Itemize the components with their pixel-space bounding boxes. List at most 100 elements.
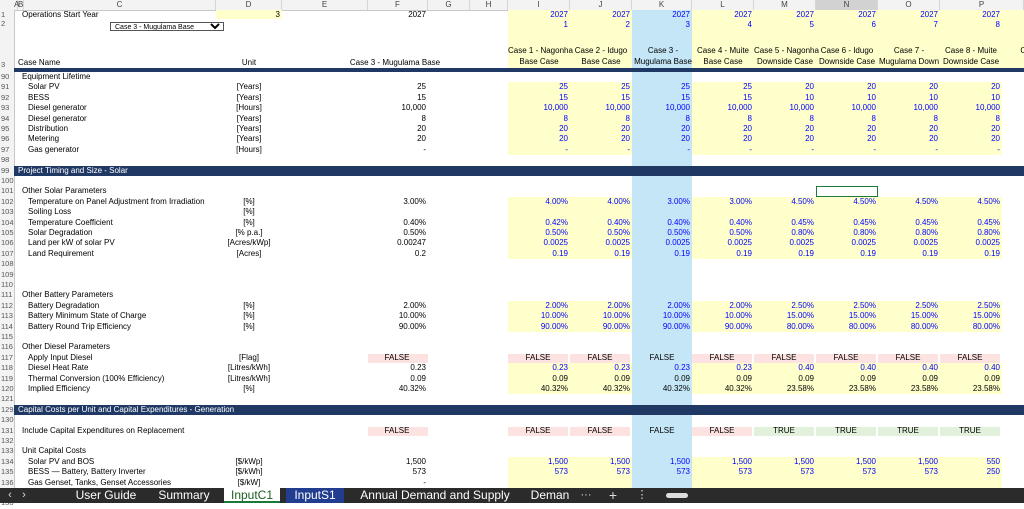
case-value[interactable]: 80.00% (754, 322, 814, 332)
case-value[interactable]: 0.0025 (570, 238, 630, 248)
case-value[interactable]: 1,500 (754, 457, 814, 467)
column-header-j[interactable]: J (570, 0, 632, 10)
more-tabs-icon[interactable]: ··· (578, 488, 594, 503)
case-value[interactable]: 10,000 (632, 103, 690, 113)
case-value[interactable]: 0.50% (508, 228, 568, 238)
case-value[interactable]: 15 (508, 93, 568, 103)
column-header-d[interactable]: D (216, 0, 282, 10)
case-value[interactable]: 20 (632, 134, 690, 144)
case-value[interactable]: 20 (878, 82, 938, 92)
case-value[interactable]: 8 (940, 114, 1000, 124)
column-header-k[interactable]: K (632, 0, 692, 10)
case-value[interactable]: 0.50% (632, 228, 690, 238)
case-value[interactable]: 0.09 (940, 374, 1000, 384)
spreadsheet-grid[interactable]: Operations Start Year 3 2027 Case 3 - Mugul… (14, 10, 1024, 488)
case-flag-value[interactable]: TRUE (754, 426, 814, 436)
case-value[interactable]: 0.0025 (754, 238, 814, 248)
case-value[interactable]: 0.0025 (508, 238, 568, 248)
case-value[interactable]: 10.00% (692, 311, 752, 321)
case-value[interactable]: 0.0025 (940, 238, 1000, 248)
case-value[interactable]: 2.00% (692, 301, 752, 311)
case-value[interactable]: 573 (878, 467, 938, 477)
case-value[interactable]: 0.09 (754, 374, 814, 384)
case-value[interactable]: 10.00% (508, 311, 568, 321)
case-value[interactable]: - (692, 145, 752, 155)
case-value[interactable]: 23.58% (816, 384, 876, 394)
case-value[interactable]: 1,500 (692, 457, 752, 467)
case-value[interactable]: 20 (940, 82, 1000, 92)
case-value[interactable]: 20 (692, 124, 752, 134)
case-value[interactable]: 2.00% (632, 301, 690, 311)
column-header-f[interactable]: F (368, 0, 428, 10)
tab-inputs1[interactable]: InputS1 (286, 488, 344, 503)
case-value[interactable]: 0.40% (692, 218, 752, 228)
case-flag-value[interactable]: FALSE (940, 353, 1000, 363)
case-flag-value[interactable]: FALSE (816, 353, 876, 363)
case-flag-value[interactable]: TRUE (940, 426, 1000, 436)
case-value[interactable]: 8 (570, 114, 630, 124)
case-value[interactable]: 0.19 (754, 249, 814, 259)
case-value[interactable]: 250 (940, 467, 1000, 477)
case-value[interactable]: 90.00% (632, 322, 690, 332)
case-flag-value[interactable]: FALSE (754, 353, 814, 363)
case-value[interactable]: 2.00% (570, 301, 630, 311)
case-value[interactable]: 20 (508, 134, 568, 144)
column-header-l[interactable]: L (692, 0, 754, 10)
case-value[interactable]: 4.50% (940, 197, 1000, 207)
case-value[interactable]: 2.50% (878, 301, 938, 311)
case-value[interactable]: - (940, 145, 1000, 155)
case-value[interactable]: 10,000 (940, 103, 1000, 113)
case-value[interactable]: 0.19 (508, 249, 568, 259)
case-flag-value[interactable]: FALSE (632, 353, 692, 363)
column-header-h[interactable]: H (470, 0, 508, 10)
active-cell-selection[interactable] (816, 186, 878, 197)
case-value[interactable]: 0.80% (878, 228, 938, 238)
column-header-n[interactable]: N (816, 0, 878, 10)
case-value[interactable]: 10,000 (692, 103, 752, 113)
case-value[interactable]: 1,500 (508, 457, 568, 467)
case-value[interactable]: 20 (878, 134, 938, 144)
case-value[interactable]: 0.40 (878, 363, 938, 373)
case-flag-value[interactable]: FALSE (692, 426, 752, 436)
case-value[interactable]: 25 (570, 82, 630, 92)
case-value[interactable]: 10 (754, 93, 814, 103)
case-value[interactable]: 573 (816, 467, 876, 477)
case-value[interactable]: 0.19 (632, 249, 690, 259)
tab-demand[interactable]: Deman (524, 488, 576, 503)
case-value[interactable]: 20 (570, 134, 630, 144)
case-value[interactable]: 8 (508, 114, 568, 124)
case-value[interactable]: 20 (816, 134, 876, 144)
case-value[interactable]: 0.45% (754, 218, 814, 228)
case-value[interactable]: - (632, 145, 690, 155)
case-value[interactable]: 0.50% (570, 228, 630, 238)
case-value[interactable]: 20 (816, 82, 876, 92)
case-value[interactable]: 0.42% (508, 218, 568, 228)
case-value[interactable]: 0.09 (692, 374, 752, 384)
case-value[interactable]: 23.58% (940, 384, 1000, 394)
case-value[interactable]: 0.40 (754, 363, 814, 373)
case-value[interactable]: 8 (692, 114, 752, 124)
case-value[interactable]: 80.00% (816, 322, 876, 332)
case-value[interactable]: 0.0025 (816, 238, 876, 248)
case-value[interactable]: 0.0025 (632, 238, 690, 248)
case-flag-value[interactable]: FALSE (570, 426, 630, 436)
case-value[interactable]: 0.40 (816, 363, 876, 373)
case-value[interactable]: 0.23 (508, 363, 568, 373)
case-value[interactable]: 80.00% (878, 322, 938, 332)
case-value[interactable]: 0.0025 (692, 238, 752, 248)
case-value[interactable]: 0.45% (940, 218, 1000, 228)
tab-summary[interactable]: Summary (150, 488, 218, 503)
case-flag-value[interactable]: FALSE (570, 353, 630, 363)
case-value[interactable]: 4.50% (878, 197, 938, 207)
case-flag-value[interactable]: FALSE (508, 353, 568, 363)
case-flag-value[interactable]: FALSE (632, 426, 692, 436)
column-header-c[interactable]: C (24, 0, 216, 10)
case-value[interactable]: 573 (570, 467, 630, 477)
case-value[interactable]: - (754, 145, 814, 155)
case-value[interactable]: 15 (570, 93, 630, 103)
tab-scroll-right-icon[interactable]: › (18, 488, 30, 503)
add-sheet-button[interactable]: + (604, 488, 622, 503)
case-value[interactable]: 1,500 (570, 457, 630, 467)
case-value[interactable]: 0.09 (816, 374, 876, 384)
case-value[interactable]: 15.00% (878, 311, 938, 321)
